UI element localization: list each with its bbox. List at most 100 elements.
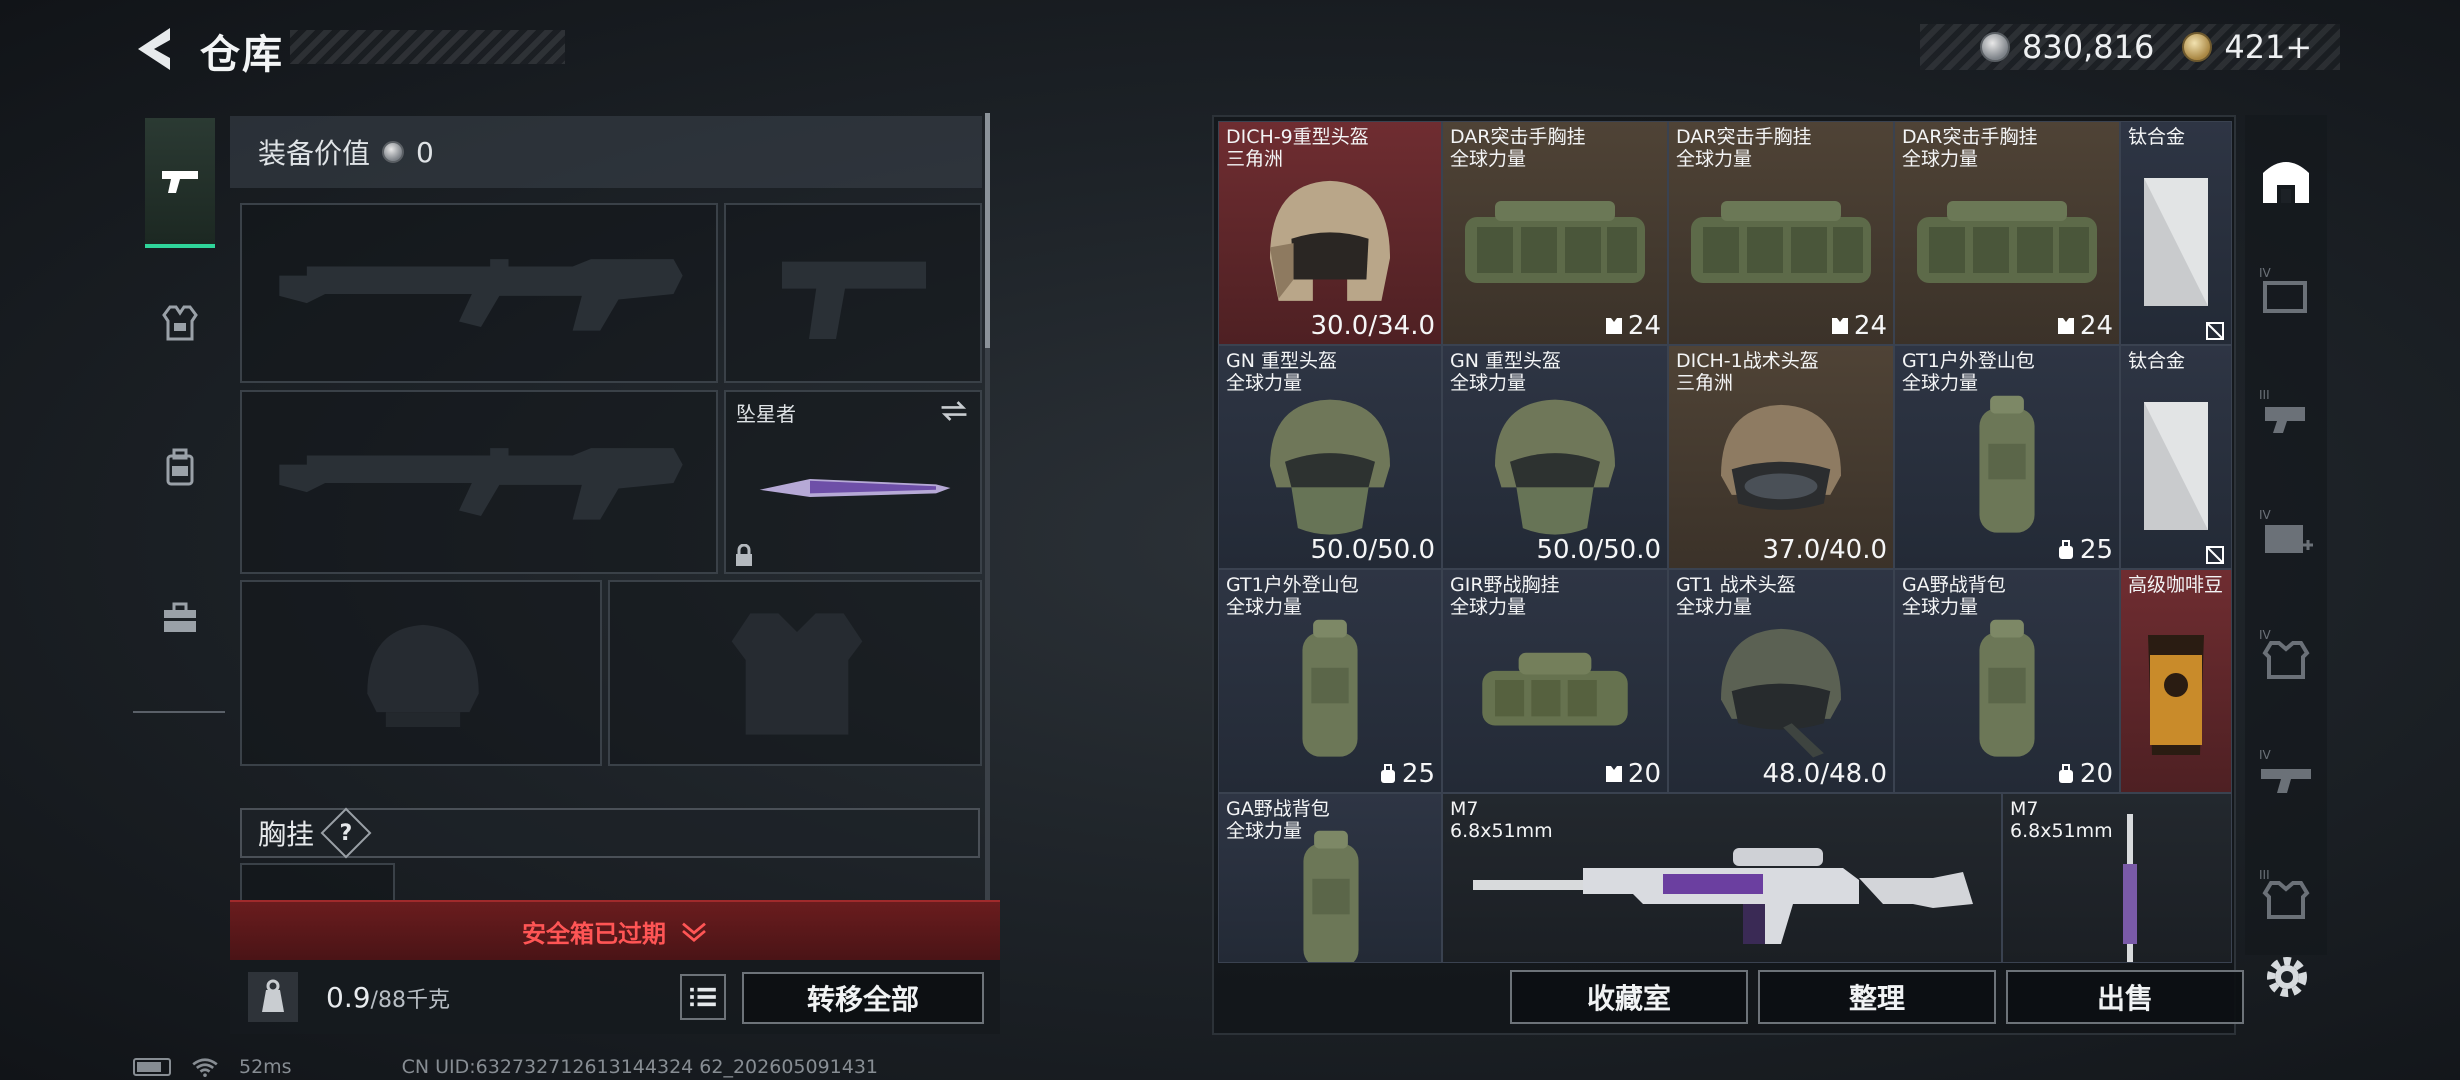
- vest-capacity-icon: [1605, 318, 1622, 334]
- vest-capacity-icon: [2057, 318, 2074, 334]
- rifle-silhouette-icon: [279, 448, 683, 520]
- safe-box-status: 安全箱已过期: [522, 919, 666, 948]
- stash-item[interactable]: M7 6.8x51mm: [1442, 793, 2002, 963]
- bag-capacity-icon: [1380, 764, 1395, 783]
- swap-icon[interactable]: [938, 400, 970, 422]
- helmet-icon: [1495, 399, 1615, 535]
- transfer-all-button[interactable]: 转移全部: [742, 972, 984, 1024]
- status-bar: 52ms CN UID:632732712613144324 62_202605…: [133, 1054, 878, 1080]
- help-icon[interactable]: ?: [320, 807, 372, 859]
- stash-grid: DICH-9重型头盔 三角洲 30.0/34.0 DAR突击手胸挂 全球力量 2…: [1212, 115, 2236, 1035]
- helmet-icon: [1270, 180, 1390, 301]
- chest-rig-section-header: 胸挂 ?: [240, 807, 980, 859]
- stash-item[interactable]: M7 6.8x51mm: [2002, 793, 2232, 963]
- gold-balance[interactable]: 421+: [2224, 28, 2312, 66]
- stash-item[interactable]: DAR突击手胸挂 全球力量 24: [1442, 121, 1668, 345]
- vest-capacity-icon: [1831, 318, 1848, 334]
- gold-coin-icon: [2182, 32, 2213, 62]
- stash-item[interactable]: GN 重型头盔 全球力量 50.0/50.0: [1442, 345, 1668, 569]
- helmet-silhouette-icon: [367, 624, 479, 727]
- body-armor-slot[interactable]: [608, 580, 982, 766]
- carry-weight: 0.9/88千克: [326, 980, 450, 1014]
- silver-balance: 830,816: [2022, 28, 2155, 66]
- container-iv-armor-icon[interactable]: IV: [2257, 625, 2315, 683]
- rifle-icon: [2123, 814, 2137, 962]
- armor-silhouette-icon: [731, 613, 863, 735]
- backpack-icon: [1979, 395, 2035, 533]
- loadout-scroll-thumb[interactable]: [985, 113, 990, 348]
- silver-coin-icon: [382, 141, 405, 163]
- lock-icon: [736, 544, 752, 566]
- collection-room-button[interactable]: 收藏室: [1510, 970, 1748, 1024]
- knife-icon: [759, 479, 951, 497]
- tab-toolbox[interactable]: [145, 553, 215, 683]
- stash-item[interactable]: DAR突击手胸挂 全球力量 24: [1668, 121, 1894, 345]
- svg-text:III: III: [2259, 868, 2270, 882]
- melee-name: 坠星者: [736, 402, 796, 426]
- bag-capacity-icon: [2058, 764, 2073, 783]
- container-iv-weapon-icon[interactable]: IV: [2257, 745, 2315, 803]
- vest-icon: [1917, 200, 2097, 283]
- equipment-value-label: 装备价值: [258, 137, 371, 170]
- stash-item[interactable]: GT1户外登山包 全球力量 25: [1894, 345, 2120, 569]
- organize-button[interactable]: 整理: [1758, 970, 1996, 1024]
- container-iii-icon[interactable]: III: [2257, 385, 2315, 443]
- not-sellable-icon: [2206, 322, 2224, 340]
- equipment-value-bar: 装备价值 0: [230, 116, 982, 188]
- melee-slot[interactable]: 坠星者: [724, 390, 982, 574]
- stash-item[interactable]: GA野战背包 全球力量: [1218, 793, 1442, 963]
- titanium-icon: [2144, 177, 2208, 306]
- toolbox-icon: [164, 602, 196, 632]
- vest-icon: [1482, 652, 1628, 726]
- primary-weapon-slot-1[interactable]: [240, 203, 718, 383]
- primary-weapon-slot-2[interactable]: [240, 390, 718, 574]
- wifi-icon: [192, 1058, 218, 1077]
- stash-home-icon[interactable]: [2257, 151, 2315, 209]
- coffee-icon: [2148, 634, 2204, 755]
- backpack-icon: [1302, 619, 1358, 757]
- stash-item[interactable]: GN 重型头盔 全球力量 50.0/50.0: [1218, 345, 1442, 569]
- list-view-button[interactable]: [680, 974, 726, 1020]
- bag-capacity-icon: [2058, 540, 2073, 559]
- helmet-icon: [1721, 404, 1841, 510]
- backpack-icon: [1979, 619, 2035, 757]
- gear-icon[interactable]: [2258, 948, 2316, 1006]
- backpack-icon: [166, 448, 194, 486]
- stash-item[interactable]: 钛合金: [2120, 121, 2232, 345]
- title-decoration: [290, 30, 565, 64]
- rifle-silhouette-icon: [279, 259, 683, 331]
- svg-text:IV: IV: [2259, 628, 2272, 642]
- equipment-value: 0: [416, 135, 434, 169]
- helmet-slot[interactable]: [240, 580, 602, 766]
- sidearm-slot[interactable]: [724, 203, 982, 383]
- tab-weapons[interactable]: [145, 118, 215, 248]
- stash-item[interactable]: 高级咖啡豆: [2120, 569, 2232, 793]
- stash-item[interactable]: GIR野战胸挂 全球力量 20: [1442, 569, 1668, 793]
- tab-backpack[interactable]: [145, 403, 215, 533]
- stash-item[interactable]: DAR突击手胸挂 全球力量 24: [1894, 121, 2120, 345]
- container-iv-icon[interactable]: IV: [2257, 263, 2315, 321]
- currency-bar: 830,816 421+: [1920, 24, 2340, 70]
- stash-item[interactable]: GA野战背包 全球力量 20: [1894, 569, 2120, 793]
- container-iii-armor-icon[interactable]: III: [2257, 865, 2315, 923]
- ping-value: 52ms: [239, 1056, 292, 1078]
- armor-icon: [162, 305, 198, 341]
- pistol-silhouette-icon: [782, 261, 926, 339]
- container-rail: IV III IV IV IV III: [2245, 115, 2327, 955]
- chest-rig-label: 胸挂: [258, 818, 315, 851]
- safe-box-expired-banner[interactable]: 安全箱已过期: [230, 900, 1000, 960]
- vest-icon: [1465, 200, 1645, 283]
- tab-armor[interactable]: [145, 258, 215, 388]
- back-arrow-icon: [138, 28, 170, 70]
- stash-item[interactable]: GT1 战术头盔 全球力量 48.0/48.0: [1668, 569, 1894, 793]
- backpack-icon: [1303, 830, 1359, 962]
- stash-item[interactable]: GT1户外登山包 全球力量 25: [1218, 569, 1442, 793]
- stash-item[interactable]: DICH-9重型头盔 三角洲 30.0/34.0: [1218, 121, 1442, 345]
- stash-item[interactable]: DICH-1战术头盔 三角洲 37.0/40.0: [1668, 345, 1894, 569]
- stash-item[interactable]: 钛合金: [2120, 345, 2232, 569]
- helmet-icon: [1721, 628, 1841, 758]
- back-button[interactable]: [130, 24, 180, 74]
- svg-text:IV: IV: [2259, 748, 2272, 762]
- container-iv-medical-icon[interactable]: IV: [2257, 505, 2315, 563]
- sell-button[interactable]: 出售: [2006, 970, 2244, 1024]
